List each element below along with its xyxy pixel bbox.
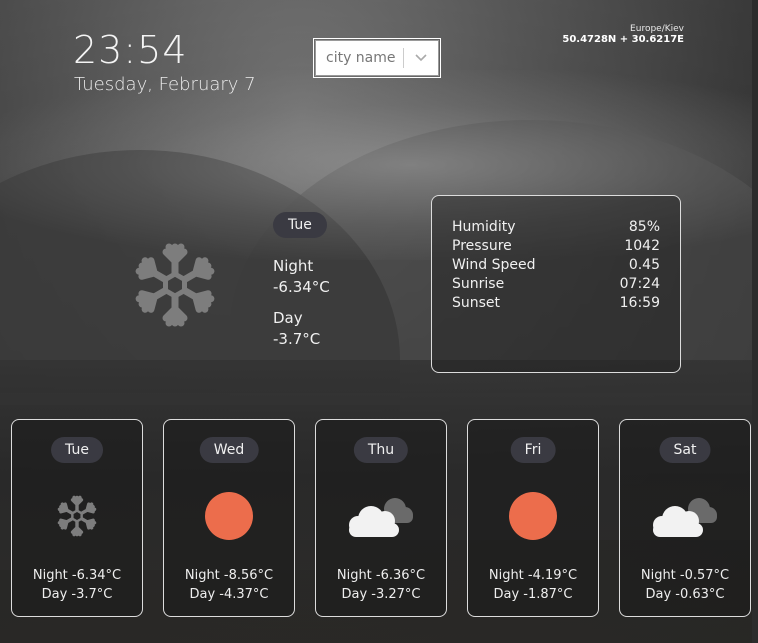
detail-value: 16:59 [619,295,660,311]
forecast-day-pill: Fri [510,437,556,463]
today-summary: Tue Night -6.34°C Day -3.7°C [273,212,330,350]
night-label: Night [273,257,314,275]
detail-value: 0.45 [628,257,660,273]
detail-row-pressure: Pressure 1042 [452,237,660,256]
detail-value: 1042 [624,238,660,254]
weather-details-panel: Humidity 85% Pressure 1042 Wind Speed 0.… [431,195,681,373]
detail-label: Sunset [452,295,501,311]
night-temp: -6.34°C [273,278,330,296]
detail-value: 07:24 [619,276,660,292]
city-select[interactable]: city name [313,38,441,78]
forecast-day-temp: Day -3.27°C [341,587,421,602]
location-info: Europe/Kiev 50.4728N + 30.6217E [562,24,684,45]
forecast-night-temp: Night -8.56°C [184,568,274,583]
sun-icon [468,490,598,542]
detail-label: Wind Speed [452,257,536,273]
forecast-card-tue[interactable]: Tue Night -6.34°C Day -3.7°C [11,419,143,617]
snowflake-icon [130,240,220,334]
forecast-day-pill: Tue [51,437,103,463]
forecast-day-pill: Wed [199,437,259,463]
forecast-day-temp: Day -0.63°C [645,587,725,602]
detail-row-sunrise: Sunrise 07:24 [452,275,660,294]
detail-label: Sunrise [452,276,505,292]
forecast-day-temp: Day -4.37°C [189,587,269,602]
detail-row-wind-speed: Wind Speed 0.45 [452,256,660,275]
today-day-pill: Tue [273,212,327,238]
forecast-day-temp: Day -1.87°C [493,587,573,602]
today-day: Day -3.7°C [273,308,330,350]
forecast-card-thu[interactable]: Thu Night -6.36°C Day -3.27°C [315,419,447,617]
forecast-cards: Tue Night -6.34°C Day -3.7°C Wed Night -… [11,419,751,617]
detail-row-sunset: Sunset 16:59 [452,294,660,313]
forecast-temps: Night -0.57°C Day -0.63°C [620,566,750,604]
today-night: Night -6.34°C [273,256,330,298]
forecast-day-temp: Day -3.7°C [41,587,113,602]
forecast-temps: Night -8.56°C Day -4.37°C [164,566,294,604]
day-label: Day [273,309,303,327]
forecast-card-sat[interactable]: Sat Night -0.57°C Day -0.63°C [619,419,751,617]
day-temp: -3.7°C [273,330,321,348]
detail-row-humidity: Humidity 85% [452,218,660,237]
forecast-temps: Night -6.36°C Day -3.27°C [316,566,446,604]
forecast-day-pill: Sat [659,437,711,463]
detail-value: 85% [628,219,660,235]
cloud-icon [316,490,446,542]
forecast-day-pill: Thu [353,437,409,463]
sun-icon [164,490,294,542]
chevron-down-icon[interactable] [404,54,438,62]
forecast-temps: Night -4.19°C Day -1.87°C [468,566,598,604]
clock-time: 23:54 [73,28,188,72]
coordinates-label: 50.4728N + 30.6217E [562,34,684,45]
forecast-card-fri[interactable]: Fri Night -4.19°C Day -1.87°C [467,419,599,617]
clock-date: Tuesday, February 7 [74,74,256,95]
snowflake-icon [12,490,142,542]
detail-label: Humidity [452,219,516,235]
cloud-icon [620,490,750,542]
timezone-label: Europe/Kiev [630,24,684,34]
detail-label: Pressure [452,238,512,254]
forecast-night-temp: Night -0.57°C [640,568,730,583]
forecast-night-temp: Night -6.34°C [32,568,122,583]
forecast-card-wed[interactable]: Wed Night -8.56°C Day -4.37°C [163,419,295,617]
forecast-night-temp: Night -4.19°C [488,568,578,583]
forecast-night-temp: Night -6.36°C [336,568,426,583]
city-select-placeholder: city name [326,50,396,66]
forecast-temps: Night -6.34°C Day -3.7°C [12,566,142,604]
